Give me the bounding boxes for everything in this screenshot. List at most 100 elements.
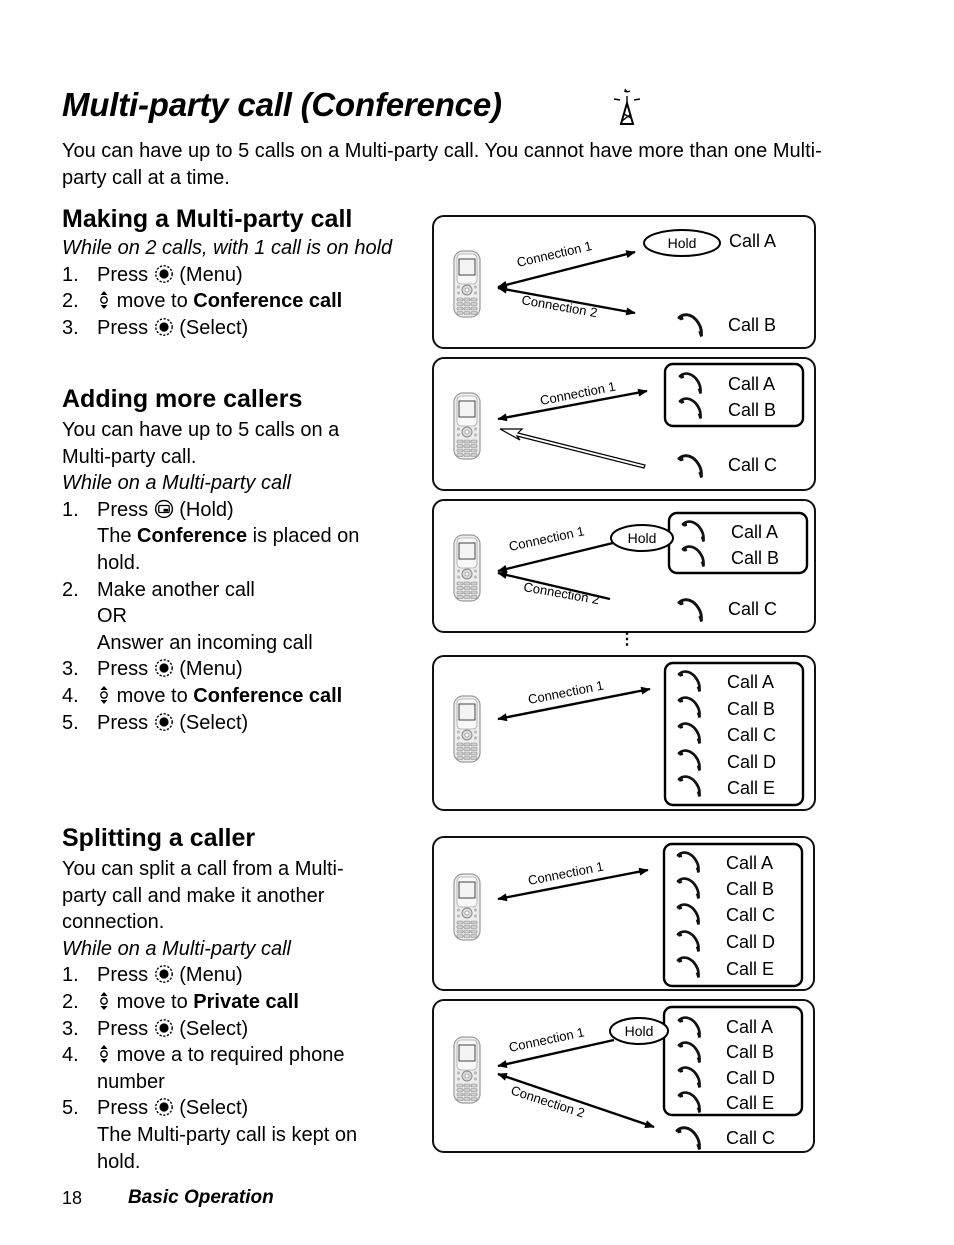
page-title: Multi-party call (Conference): [62, 86, 502, 123]
call-label: Call A: [726, 1017, 773, 1037]
call-label: Call E: [727, 778, 775, 798]
handset-icon: [676, 695, 702, 718]
handset-icon: [676, 453, 704, 478]
step-text: move a to required phone number: [97, 1044, 345, 1093]
handset-icon: [676, 721, 702, 744]
step-item: 4. move a to required phone number: [62, 1042, 397, 1095]
step-item: 5. Press (Select): [62, 710, 402, 737]
step-item: 5. Press (Select) The Multi-party call i…: [62, 1095, 397, 1175]
call-label: Call B: [731, 548, 779, 568]
step-item: 3. Press (Select): [62, 315, 402, 342]
connection-2-label: Connection 2: [522, 579, 600, 607]
page-number: 18: [62, 1188, 83, 1208]
handset-icon: [676, 1065, 702, 1088]
section-body: You can split a call from a Multi-party …: [62, 858, 344, 934]
handset-icon: [676, 1015, 702, 1038]
step-text: Press: [97, 263, 149, 286]
nav-key-icon: [97, 991, 111, 1011]
diagram-split-before: Connection 1 Call A Call B Call C Call D…: [432, 836, 815, 991]
step-number: 5.: [62, 1097, 79, 1120]
handset-icon: [680, 519, 706, 542]
step-text: Press: [97, 658, 149, 681]
continuation-dots: ⋮: [619, 631, 635, 648]
section-body: You can have up to 5 calls on a Multi-pa…: [62, 419, 340, 468]
handset-icon: [680, 544, 706, 567]
step-number: 1.: [62, 498, 79, 521]
connection-2-label: Connection 2: [520, 292, 598, 320]
step-number: 5.: [62, 711, 79, 734]
handset-icon: [676, 1090, 702, 1113]
step-number: 3.: [62, 1017, 79, 1040]
step-note: The: [97, 525, 132, 548]
section-heading: Splitting a caller: [62, 824, 256, 852]
section-adding: Adding more callers You can have up to 5…: [62, 385, 402, 736]
step-text: Make another call: [97, 578, 255, 601]
step-text: (Select): [179, 316, 249, 339]
handset-icon: [675, 929, 701, 952]
call-label: Call B: [726, 879, 774, 899]
step-note: The Multi-party call is kept on hold.: [97, 1123, 358, 1173]
step-text: (Select): [179, 1097, 249, 1120]
step-number: 2.: [62, 290, 79, 313]
handset-icon: [676, 774, 702, 797]
call-label: Call B: [728, 315, 776, 335]
network-tower-icon: [613, 88, 641, 125]
section-heading: Making a Multi-party call: [62, 205, 353, 233]
incoming-call-arrow: [499, 427, 646, 469]
handset-icon: [675, 876, 701, 899]
select-key-icon: [154, 658, 174, 678]
call-label: Call C: [726, 1128, 775, 1148]
diagram-two-calls-one-held: Connection 1 Connection 2 Hold Call A Ca…: [432, 215, 816, 349]
connection-1-label: Connection 1: [526, 858, 604, 887]
call-label: Call C: [726, 905, 775, 925]
diagram-incoming-call: Connection 1 Call A Call B Call C: [432, 357, 816, 491]
step-item: 4. move to Conference call: [62, 683, 402, 710]
step-text: move to: [116, 990, 188, 1013]
call-label: Call D: [726, 932, 775, 952]
handset-icon: [675, 955, 701, 978]
step-number: 1.: [62, 263, 79, 286]
step-item: 3. Press (Select): [62, 1016, 402, 1043]
call-label: Call D: [727, 752, 776, 772]
step-text: Press: [97, 1017, 149, 1040]
step-text: Press: [97, 711, 149, 734]
connection-1-label: Connection 1: [526, 677, 604, 706]
step-number: 2.: [62, 578, 79, 601]
intro-text: You can have up to 5 calls on a Multi-pa…: [62, 140, 822, 189]
select-key-icon: [154, 964, 174, 984]
call-label: Call C: [727, 725, 776, 745]
handset-icon: [676, 748, 702, 771]
step-text: Press: [97, 964, 149, 987]
step-text: (Menu): [179, 964, 243, 987]
call-label: Call E: [726, 959, 774, 979]
hold-key-icon: [154, 499, 174, 519]
menu-option-name: Conference call: [193, 290, 343, 313]
step-text: (Select): [179, 711, 249, 734]
select-key-icon: [154, 264, 174, 284]
step-text: move to: [116, 684, 188, 707]
call-label: Call B: [727, 699, 775, 719]
select-key-icon: [154, 712, 174, 732]
call-label: Call C: [728, 599, 777, 619]
connection-1-label: Connection 1: [507, 523, 585, 554]
connection-1-label: Connection 1: [507, 1024, 585, 1055]
condition-text: While on a Multi-party call: [62, 472, 291, 495]
section-footer-title: Basic Operation: [128, 1187, 274, 1208]
call-label: Call D: [726, 1068, 775, 1088]
select-key-icon: [154, 1097, 174, 1117]
handset-icon: [675, 850, 701, 873]
mobile-phone-icon: [452, 249, 481, 318]
handset-icon: [674, 1125, 702, 1150]
step-text: (Select): [179, 1017, 249, 1040]
step-item: 2. Make another call OR Answer an incomi…: [62, 577, 402, 657]
diagram-split-after: Connection 1 Connection 2 Hold Call A Ca…: [432, 999, 815, 1153]
mobile-phone-icon: [452, 1035, 481, 1104]
condition-text: While on 2 calls, with 1 call is on hold: [62, 237, 393, 259]
step-number: 4.: [62, 1044, 79, 1067]
mobile-phone-icon: [452, 694, 481, 763]
step-item: 1. Press (Menu): [62, 262, 402, 289]
step-text: Answer an incoming call: [97, 631, 313, 654]
section-heading: Adding more callers: [62, 385, 303, 413]
call-label: Call A: [729, 231, 776, 251]
step-item: 3. Press (Menu): [62, 656, 402, 683]
